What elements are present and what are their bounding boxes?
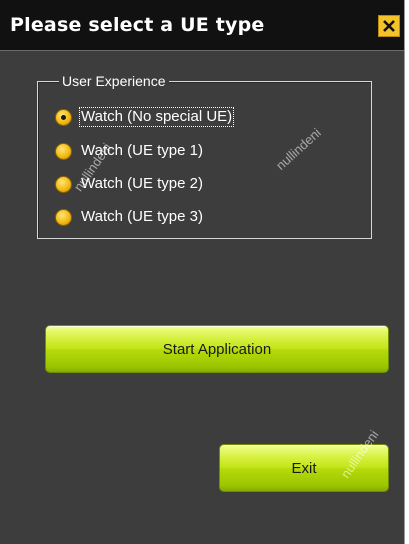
dialog-window: Please select a UE type User Experience … — [0, 0, 405, 544]
radio-label: Watch (UE type 2) — [81, 175, 203, 192]
radio-label: Watch (UE type 1) — [81, 142, 203, 159]
radio-button[interactable] — [55, 142, 72, 160]
radio-selected-dot — [61, 114, 66, 120]
radio-option-ue-type-3[interactable]: Watch (UE type 3) — [55, 205, 204, 229]
exit-button[interactable]: Exit — [219, 444, 389, 492]
radio-button[interactable] — [55, 208, 72, 226]
close-icon — [383, 20, 395, 32]
radio-label: Watch (UE type 3) — [81, 208, 203, 225]
radio-option-no-special-ue[interactable]: Watch (No special UE) — [55, 105, 235, 129]
group-legend: User Experience — [59, 72, 169, 90]
radio-button[interactable] — [55, 108, 72, 126]
radio-option-ue-type-2[interactable]: Watch (UE type 2) — [55, 172, 204, 196]
radio-button[interactable] — [55, 175, 72, 193]
start-application-button[interactable]: Start Application — [45, 325, 389, 373]
radio-option-ue-type-1[interactable]: Watch (UE type 1) — [55, 139, 204, 163]
user-experience-group: User Experience Watch (No special UE) Wa… — [37, 72, 372, 239]
window-title: Please select a UE type — [10, 14, 265, 36]
close-button[interactable] — [378, 15, 400, 37]
radio-label: Watch (No special UE) — [78, 107, 235, 127]
exit-label: Exit — [291, 459, 317, 477]
title-bar: Please select a UE type — [0, 0, 404, 51]
start-application-label: Start Application — [162, 340, 272, 358]
